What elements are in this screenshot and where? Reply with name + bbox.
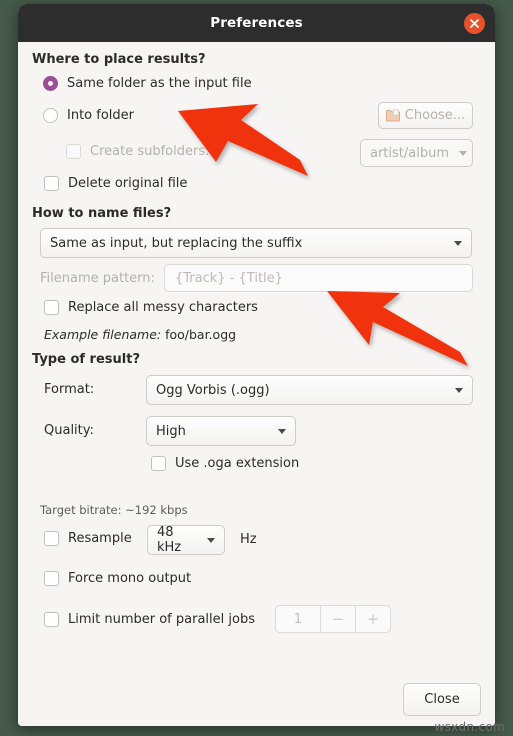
checkbox-label-use-oga: Use .oga extension bbox=[175, 456, 300, 471]
naming-mode-value: Same as input, but replacing the suffix bbox=[50, 235, 303, 251]
radio-into-folder[interactable]: Into folder bbox=[43, 108, 134, 123]
checkbox-limit-jobs[interactable]: Limit number of parallel jobs bbox=[44, 612, 255, 627]
checkbox-indicator-resample bbox=[44, 531, 59, 546]
window-title: Preferences bbox=[210, 15, 303, 31]
format-value: Ogg Vorbis (.ogg) bbox=[156, 382, 270, 398]
quality-value: High bbox=[156, 423, 186, 439]
preferences-content: Where to place results? Same folder as t… bbox=[18, 42, 495, 726]
example-filename-value: foo/bar.ogg bbox=[165, 327, 237, 342]
checkbox-indicator-replace-messy bbox=[44, 300, 59, 315]
filename-pattern-label: Filename pattern: bbox=[40, 271, 155, 286]
example-filename-line: Example filename: foo/bar.ogg bbox=[44, 327, 236, 342]
checkbox-indicator-force-mono bbox=[44, 571, 59, 586]
checkbox-indicator-limit-jobs bbox=[44, 612, 59, 627]
preferences-window: Preferences Where to place results? Same… bbox=[18, 4, 495, 726]
chevron-down-icon bbox=[455, 387, 463, 393]
subfolder-pattern-dropdown[interactable]: artist/album bbox=[360, 139, 473, 167]
desktop-background: Preferences Where to place results? Same… bbox=[0, 0, 513, 736]
checkbox-replace-messy[interactable]: Replace all messy characters bbox=[44, 300, 258, 315]
checkbox-label-replace-messy: Replace all messy characters bbox=[68, 300, 258, 315]
checkbox-label-create-subfolders: Create subfolders: bbox=[90, 144, 210, 159]
checkbox-label-delete-original: Delete original file bbox=[68, 176, 188, 191]
checkbox-indicator-delete-original bbox=[44, 176, 59, 191]
format-dropdown[interactable]: Ogg Vorbis (.ogg) bbox=[146, 375, 473, 405]
watermark-text: wsxdn.com bbox=[434, 720, 505, 734]
radio-indicator-into-folder bbox=[43, 108, 58, 123]
section-heading-naming: How to name files? bbox=[32, 206, 172, 221]
target-bitrate-text: Target bitrate: ~192 kbps bbox=[40, 503, 188, 517]
checkbox-label-force-mono: Force mono output bbox=[68, 571, 192, 586]
choose-folder-button[interactable]: Choose... bbox=[378, 102, 473, 129]
quality-dropdown[interactable]: High bbox=[146, 416, 296, 446]
chevron-down-icon bbox=[459, 150, 468, 156]
checkbox-force-mono[interactable]: Force mono output bbox=[44, 571, 191, 586]
spinner-increment-button[interactable]: + bbox=[355, 606, 390, 632]
format-label: Format: bbox=[44, 382, 95, 397]
naming-mode-dropdown[interactable]: Same as input, but replacing the suffix bbox=[40, 228, 472, 258]
quality-label: Quality: bbox=[44, 423, 94, 438]
chevron-down-icon bbox=[454, 240, 462, 246]
folder-icon bbox=[385, 109, 400, 122]
title-bar: Preferences bbox=[18, 4, 495, 42]
folder-icon-glyph bbox=[385, 109, 400, 122]
subfolder-pattern-value: artist/album bbox=[370, 145, 450, 161]
parallel-jobs-value: 1 bbox=[293, 611, 303, 627]
resample-rate-dropdown[interactable]: 48 kHz bbox=[147, 525, 225, 555]
checkbox-label-limit-jobs: Limit number of parallel jobs bbox=[68, 612, 255, 627]
choose-folder-label: Choose... bbox=[404, 108, 466, 123]
checkbox-label-resample: Resample bbox=[68, 531, 132, 546]
close-button[interactable]: Close bbox=[403, 683, 481, 716]
resample-rate-value: 48 kHz bbox=[157, 525, 182, 555]
checkbox-use-oga[interactable]: Use .oga extension bbox=[151, 456, 299, 471]
example-filename-label: Example filename: bbox=[44, 327, 162, 342]
checkbox-create-subfolders[interactable]: Create subfolders: bbox=[66, 144, 209, 159]
radio-label-same-folder: Same folder as the input file bbox=[67, 76, 252, 91]
close-icon[interactable] bbox=[464, 13, 485, 34]
checkbox-indicator-use-oga bbox=[151, 456, 166, 471]
section-heading-where: Where to place results? bbox=[32, 52, 206, 67]
chevron-down-icon bbox=[207, 537, 215, 543]
resample-unit-label: Hz bbox=[240, 532, 257, 547]
checkbox-resample[interactable]: Resample bbox=[44, 531, 132, 546]
radio-indicator-same-folder bbox=[43, 76, 58, 91]
radio-same-folder[interactable]: Same folder as the input file bbox=[43, 76, 252, 91]
close-x-glyph bbox=[470, 19, 479, 28]
checkbox-indicator-create-subfolders bbox=[66, 144, 81, 159]
filename-pattern-placeholder: {Track} - {Title} bbox=[175, 270, 283, 286]
radio-label-into-folder: Into folder bbox=[67, 108, 134, 123]
section-heading-result: Type of result? bbox=[32, 352, 140, 367]
chevron-down-icon bbox=[278, 428, 286, 434]
checkbox-delete-original[interactable]: Delete original file bbox=[44, 176, 187, 191]
filename-pattern-input[interactable]: {Track} - {Title} bbox=[164, 264, 473, 292]
parallel-jobs-spinner[interactable]: 1 − + bbox=[275, 605, 391, 633]
spinner-decrement-button[interactable]: − bbox=[320, 606, 355, 632]
